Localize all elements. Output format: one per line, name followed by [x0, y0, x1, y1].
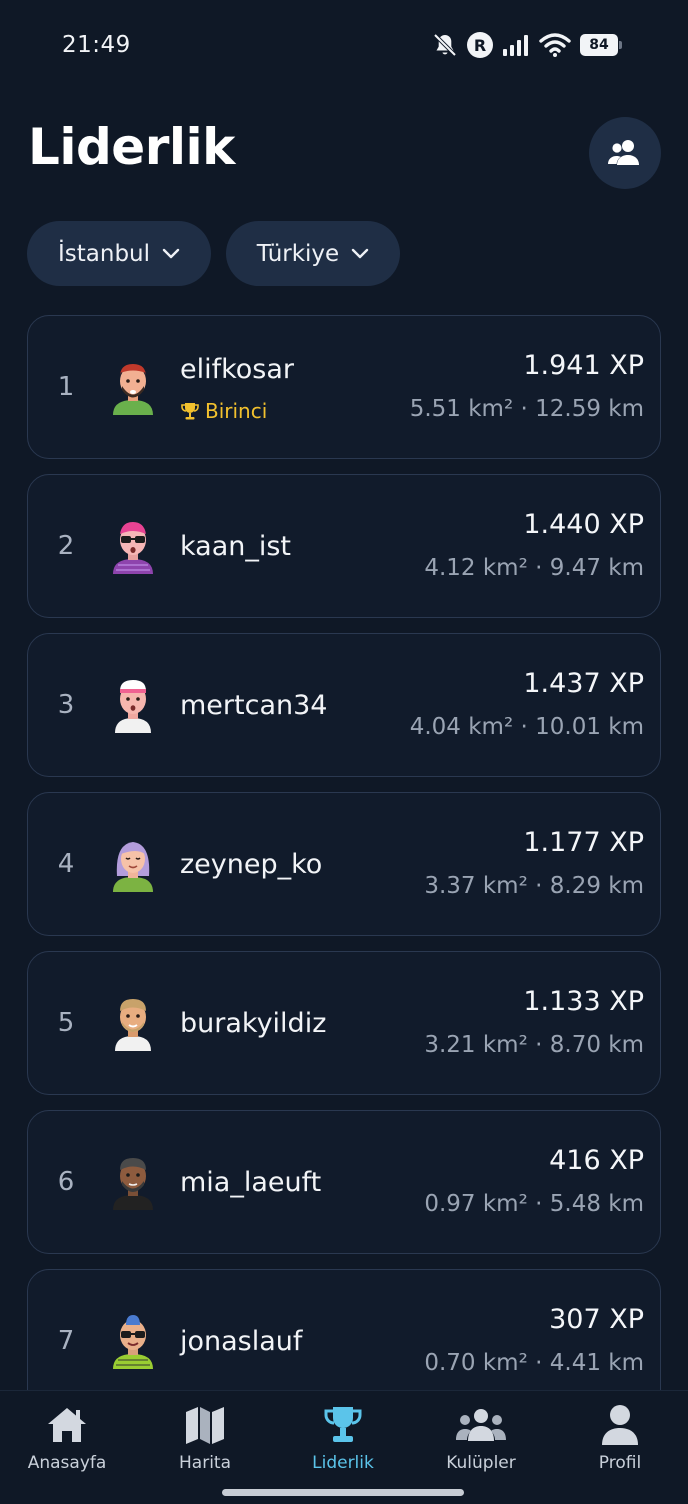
rank-number: 2 — [57, 531, 75, 561]
home-icon — [48, 1408, 86, 1442]
area-distance-stats: 0.97 km² · 5.48 km — [424, 1191, 644, 1217]
leaderboard-row[interactable]: 2 kaan_ist 1.440 XP 4.12 km² · 9.47 km — [27, 474, 661, 618]
username: burakyildiz — [180, 1007, 327, 1039]
username: zeynep_ko — [180, 848, 323, 880]
username: jonaslauf — [180, 1325, 303, 1357]
profile-icon — [602, 1405, 638, 1445]
rank-number: 3 — [57, 690, 75, 720]
home-indicator[interactable] — [222, 1489, 464, 1496]
avatar — [113, 364, 153, 415]
xp-value: 416 XP — [549, 1145, 644, 1176]
area-distance-stats: 3.21 km² · 8.70 km — [424, 1032, 644, 1058]
area-distance-stats: 4.12 km² · 9.47 km — [424, 555, 644, 581]
map-icon — [186, 1407, 224, 1444]
leaderboard-row[interactable]: 3 mertcan34 1.437 XP 4.04 km² · 10.01 km — [27, 633, 661, 777]
xp-value: 1.440 XP — [523, 509, 644, 540]
xp-value: 1.177 XP — [523, 827, 644, 858]
nav-item-profile[interactable]: Profil — [551, 1391, 688, 1491]
rank-number: 5 — [57, 1008, 75, 1038]
trophy-icon — [324, 1407, 362, 1442]
nav-item-home[interactable]: Anasayfa — [0, 1391, 136, 1491]
trophy-icon — [181, 403, 199, 420]
avatar — [113, 842, 153, 892]
avatar — [115, 999, 151, 1051]
username: mertcan34 — [180, 689, 328, 721]
nav-item-clubs[interactable]: Kulüpler — [412, 1391, 550, 1491]
username: mia_laeuft — [180, 1166, 322, 1198]
leaderboard-row[interactable]: 4 zeynep_ko 1.177 XP 3.37 km² · 8.29 km — [27, 792, 661, 936]
rank-number: 4 — [57, 849, 75, 879]
area-distance-stats: 0.70 km² · 4.41 km — [424, 1350, 644, 1376]
xp-value: 1.133 XP — [523, 986, 644, 1017]
badge-label: Birinci — [205, 399, 268, 423]
nav-label: Profil — [598, 1453, 642, 1473]
area-distance-stats: 4.04 km² · 10.01 km — [409, 714, 644, 740]
rank-number: 1 — [57, 372, 75, 402]
first-place-badge: Birinci — [180, 399, 267, 423]
xp-value: 1.941 XP — [523, 350, 644, 381]
avatar — [113, 1315, 153, 1369]
nav-label: Kulüpler — [446, 1453, 516, 1473]
avatar — [113, 1158, 153, 1210]
area-distance-stats: 5.51 km² · 12.59 km — [409, 396, 644, 422]
area-distance-stats: 3.37 km² · 8.29 km — [424, 873, 644, 899]
nav-label: Anasayfa — [27, 1453, 107, 1473]
leaderboard-row[interactable]: 7 jonaslauf 307 XP 0.70 km² · 4.41 km — [27, 1269, 661, 1390]
avatar — [115, 680, 151, 733]
nav-item-map[interactable]: Harita — [136, 1391, 274, 1491]
username: elifkosar — [180, 354, 295, 385]
xp-value: 307 XP — [549, 1304, 644, 1335]
leaderboard-list[interactable]: 1 elifkosar Birinci 1.941 XP 5.51 km² · … — [0, 0, 688, 1390]
rank-number: 7 — [57, 1326, 75, 1356]
nav-label: Harita — [179, 1453, 231, 1473]
username: kaan_ist — [180, 530, 292, 562]
leaderboard-row[interactable]: 5 burakyildiz 1.133 XP 3.21 km² · 8.70 k… — [27, 951, 661, 1095]
nav-label: Liderlik — [312, 1453, 374, 1473]
leaderboard-row[interactable]: 1 elifkosar Birinci 1.941 XP 5.51 km² · … — [27, 315, 661, 459]
nav-item-leaderboard[interactable]: Liderlik — [274, 1391, 412, 1491]
leaderboard-row[interactable]: 6 mia_laeuft 416 XP 0.97 km² · 5.48 km — [27, 1110, 661, 1254]
bottom-navigation: Anasayfa Harita Liderlik Kulüpler Profil — [0, 1390, 688, 1504]
xp-value: 1.437 XP — [523, 668, 644, 699]
avatar — [113, 522, 153, 574]
clubs-icon — [456, 1409, 506, 1441]
rank-number: 6 — [57, 1167, 75, 1197]
